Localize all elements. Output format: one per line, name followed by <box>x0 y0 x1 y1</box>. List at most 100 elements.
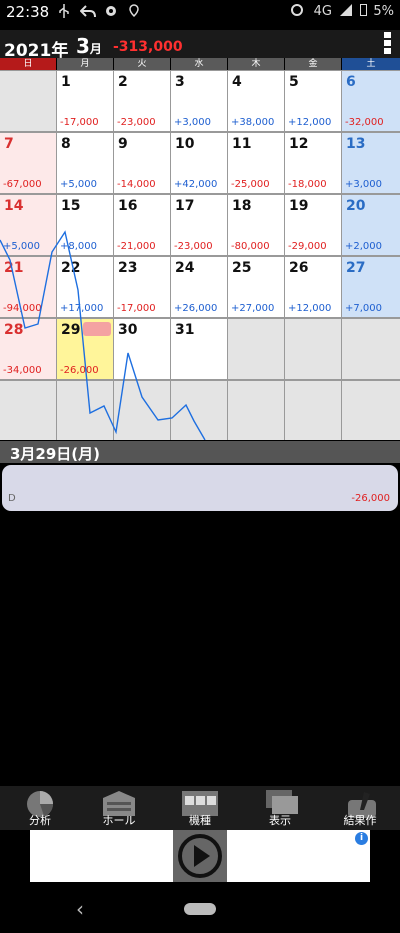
calendar-day-20[interactable]: 20 +2,000 <box>342 195 400 255</box>
day-number: 12 <box>289 136 309 152</box>
calendar-day-28[interactable]: 28 -34,000 <box>0 319 56 379</box>
day-number: 28 <box>4 322 24 338</box>
home-icon[interactable] <box>184 903 216 915</box>
calendar-day-27[interactable]: 27 +7,000 <box>342 257 400 317</box>
day-number: 13 <box>346 136 366 152</box>
calendar-empty-cell <box>342 319 400 379</box>
calendar-empty-cell <box>228 381 284 440</box>
month-label[interactable]: 3月 <box>76 34 102 58</box>
day-amount: +42,000 <box>174 179 218 190</box>
calendar-empty-cell <box>342 381 400 440</box>
day-amount: +3,000 <box>174 117 212 128</box>
reply-icon <box>79 4 96 22</box>
day-number: 3 <box>175 74 185 90</box>
calendar-day-29[interactable]: 29 -26,000 <box>57 319 113 379</box>
calendar-day-25[interactable]: 25 +27,000 <box>228 257 284 317</box>
calendar-day-24[interactable]: 24 +26,000 <box>171 257 227 317</box>
calendar-day-17[interactable]: 17 -23,000 <box>171 195 227 255</box>
day-number: 26 <box>289 260 309 276</box>
day-number: 16 <box>118 198 138 214</box>
calendar-empty-cell <box>0 71 56 131</box>
calendar-day-6[interactable]: 6 -32,000 <box>342 71 400 131</box>
day-number: 7 <box>4 136 14 152</box>
ad-info-icon[interactable]: i <box>355 832 368 845</box>
day-number: 14 <box>4 198 24 214</box>
day-amount: -18,000 <box>288 179 327 190</box>
calendar-day-26[interactable]: 26 +12,000 <box>285 257 341 317</box>
day-number: 4 <box>232 74 242 90</box>
day-number: 29 <box>61 322 81 338</box>
calendar-day-15[interactable]: 15 +8,000 <box>57 195 113 255</box>
day-record-card[interactable]: D -26,000 <box>2 465 398 511</box>
result-button[interactable]: 結果作 <box>328 786 392 830</box>
calendar-day-14[interactable]: 14 +5,000 <box>0 195 56 255</box>
calendar-day-1[interactable]: 1 -17,000 <box>57 71 113 131</box>
day-amount: +5,000 <box>60 179 98 190</box>
system-nav-bar: ‹ <box>0 885 400 933</box>
day-number: 20 <box>346 198 366 214</box>
calendar-day-3[interactable]: 3 +3,000 <box>171 71 227 131</box>
calendar-day-22[interactable]: 22 +17,000 <box>57 257 113 317</box>
day-amount: +3,000 <box>345 179 383 190</box>
record-amount: -26,000 <box>351 493 390 504</box>
day-amount: +8,000 <box>60 241 98 252</box>
calendar-day-16[interactable]: 16 -21,000 <box>114 195 170 255</box>
day-number: 5 <box>289 74 299 90</box>
day-amount: +7,000 <box>345 303 383 314</box>
back-icon[interactable]: ‹ <box>76 897 84 921</box>
calendar-empty-cell <box>57 381 113 440</box>
battery-level: 5% <box>373 4 394 19</box>
day-number: 10 <box>175 136 195 152</box>
calendar-empty-cell <box>285 381 341 440</box>
day-amount: +12,000 <box>288 117 332 128</box>
calendar-day-10[interactable]: 10 +42,000 <box>171 133 227 193</box>
machine-button[interactable]: 機種 <box>168 786 232 830</box>
weekday-sun: 日 <box>0 58 56 70</box>
calendar-day-21[interactable]: 21 -94,000 <box>0 257 56 317</box>
day-amount: +38,000 <box>231 117 275 128</box>
calendar-day-13[interactable]: 13 +3,000 <box>342 133 400 193</box>
calendar-day-2[interactable]: 2 -23,000 <box>114 71 170 131</box>
day-number: 31 <box>175 322 195 338</box>
day-amount: -14,000 <box>117 179 156 190</box>
day-number: 6 <box>346 74 356 90</box>
calendar-day-19[interactable]: 19 -29,000 <box>285 195 341 255</box>
record-marker <box>83 322 111 336</box>
location-icon <box>128 4 140 22</box>
calendar-day-30[interactable]: 30 <box>114 319 170 379</box>
ad-banner[interactable]: i <box>30 830 370 882</box>
display-button[interactable]: 表示 <box>248 786 312 830</box>
weekday-fri: 金 <box>285 58 341 70</box>
record-label: D <box>8 493 16 504</box>
calendar-day-4[interactable]: 4 +38,000 <box>228 71 284 131</box>
day-amount: -32,000 <box>345 117 384 128</box>
calendar-day-5[interactable]: 5 +12,000 <box>285 71 341 131</box>
calendar-day-23[interactable]: 23 -17,000 <box>114 257 170 317</box>
calendar-day-31[interactable]: 31 <box>171 319 227 379</box>
day-amount: -80,000 <box>231 241 270 252</box>
calendar-empty-cell <box>285 319 341 379</box>
weekday-header: 日 月 火 水 木 金 土 <box>0 58 400 70</box>
selected-date-bar: 3月29日(月) <box>0 441 400 463</box>
play-icon[interactable] <box>173 830 227 882</box>
calendar-day-9[interactable]: 9 -14,000 <box>114 133 170 193</box>
analysis-button[interactable]: 分析 <box>8 786 72 830</box>
day-amount: +2,000 <box>345 241 383 252</box>
day-amount: -17,000 <box>60 117 99 128</box>
month-total: -313,000 <box>113 39 183 55</box>
day-number: 11 <box>232 136 252 152</box>
day-amount: -23,000 <box>174 241 213 252</box>
calendar-day-8[interactable]: 8 +5,000 <box>57 133 113 193</box>
battery-icon <box>360 4 368 16</box>
day-amount: -34,000 <box>3 365 42 376</box>
status-bar: 22:38 4G 5% <box>0 0 400 26</box>
calendar-day-7[interactable]: 7 -67,000 <box>0 133 56 193</box>
calendar-day-11[interactable]: 11 -25,000 <box>228 133 284 193</box>
overflow-menu-icon[interactable] <box>384 32 392 56</box>
calendar-day-18[interactable]: 18 -80,000 <box>228 195 284 255</box>
calendar-empty-cell <box>228 319 284 379</box>
hall-button[interactable]: ホール <box>87 786 151 830</box>
calendar-day-12[interactable]: 12 -18,000 <box>285 133 341 193</box>
calendar-empty-cell <box>114 381 170 440</box>
signal-icon <box>340 4 353 20</box>
